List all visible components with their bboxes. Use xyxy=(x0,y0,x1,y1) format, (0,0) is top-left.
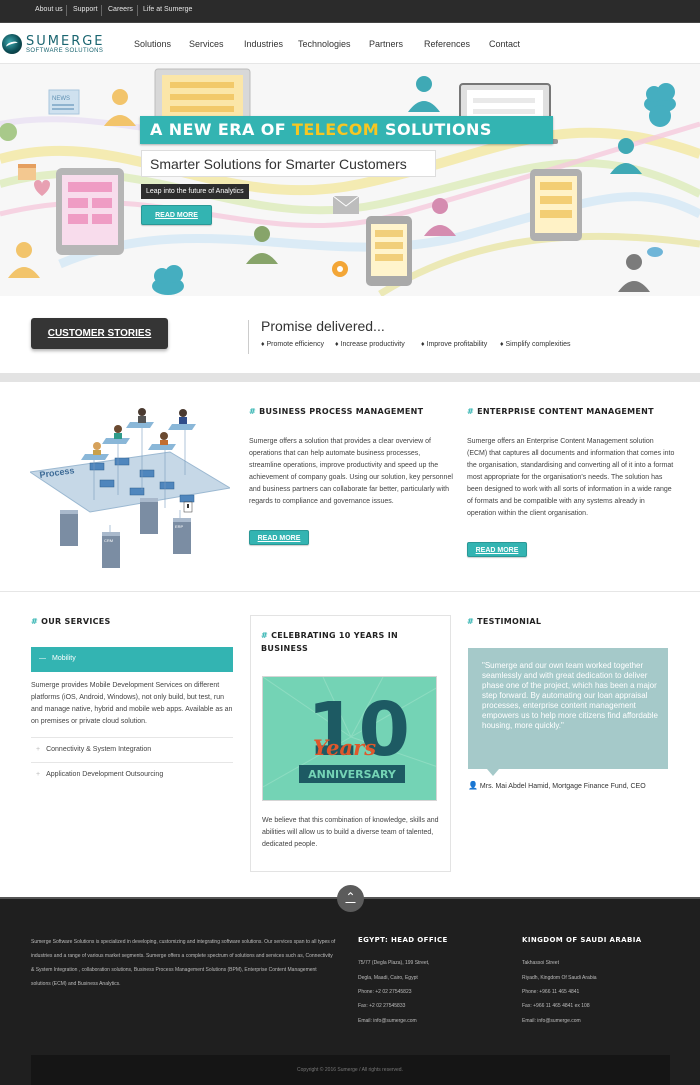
footer-ksa-address: Riyadh, Kingdom Of Saudi Arabia xyxy=(522,975,597,981)
footer-egypt-email[interactable]: Email: info@sumerge.com xyxy=(358,1018,417,1024)
nav-item-services[interactable]: Services xyxy=(189,39,224,49)
section-divider xyxy=(0,591,700,592)
main-navigation: SUMERGE SOFTWARE SOLUTIONS Solutions Ser… xyxy=(0,23,700,64)
promise-item: ♦ Simplify complexities xyxy=(500,341,571,348)
hero-subtitle: Smarter Solutions for Smarter Customers xyxy=(141,150,436,177)
svg-text:10: 10 xyxy=(307,687,410,773)
top-bar: About us Support Careers Life at Sumerge xyxy=(0,0,700,23)
anniversary-heading: # CELEBRATING 10 YEARS IN BUSINESS xyxy=(261,631,398,653)
hero-illustration: NEWS xyxy=(0,68,700,296)
minus-icon: — xyxy=(39,655,46,662)
heart-icon xyxy=(34,180,50,196)
hero-read-more-button[interactable]: READ MORE xyxy=(141,205,212,225)
footer-ksa-phone: Phone: +966 11 465 4841 xyxy=(522,989,580,995)
scroll-to-top-button[interactable]: ⌃ xyxy=(337,885,364,912)
person-icon xyxy=(81,408,196,460)
testimonial-heading: # TESTIMONIAL xyxy=(467,617,542,626)
mail-icon xyxy=(332,195,360,214)
plus-icon: + xyxy=(36,746,41,753)
footer-ksa-fax: Fax: +966 11 465 4841 ex 108 xyxy=(522,1003,590,1009)
accordion-item-mobility[interactable]: — Mobility xyxy=(31,647,233,672)
svg-text:ANNIVERSARY: ANNIVERSARY xyxy=(308,768,397,781)
calendar-icon xyxy=(18,164,36,180)
footer-egypt-phone: Phone: +2 02 27545823 xyxy=(358,989,412,995)
user-icon: 👤 xyxy=(468,781,478,790)
plus-icon: + xyxy=(36,771,41,778)
topbar-link-life[interactable]: Life at Sumerge xyxy=(143,6,192,13)
person-icon xyxy=(104,89,136,126)
news-icon: NEWS xyxy=(48,89,80,115)
footer-egypt-heading: EGYPT: HEAD OFFICE xyxy=(358,936,448,944)
footer-egypt-address: 75/77 (Degla Plaza), 199 Street, xyxy=(358,960,430,966)
bpm-read-more-button[interactable]: READ MORE xyxy=(249,530,309,545)
nav-item-solutions[interactable]: Solutions xyxy=(134,39,171,49)
vertical-divider xyxy=(248,320,249,354)
mobility-description: Sumerge provides Mobile Development Serv… xyxy=(31,682,233,725)
bpm-heading: # BUSINESS PROCESS MANAGEMENT xyxy=(249,407,424,416)
divider xyxy=(66,5,67,16)
cloud-icon xyxy=(647,247,663,257)
topbar-link-about[interactable]: About us xyxy=(35,6,63,13)
anniversary-description: We believe that this combination of know… xyxy=(262,817,439,848)
svg-text:ERP: ERP xyxy=(175,524,184,529)
nav-item-technologies[interactable]: Technologies xyxy=(298,39,351,49)
hero-tagline: Leap into the future of Analytics xyxy=(141,184,249,199)
hero-banner: NEWS A NEW ERA OF TELECOM SOLUTIONS Smar… xyxy=(0,64,700,296)
copyright-text: Copyright © 2016 Sumerge / All rights re… xyxy=(297,1067,403,1073)
server-icon: CRM ERP xyxy=(60,498,193,568)
person-icon xyxy=(618,254,650,292)
quote-pointer xyxy=(487,769,499,776)
bpm-description: Sumerge offers a solution that provides … xyxy=(249,438,453,505)
svg-text:NEWS: NEWS xyxy=(52,96,70,102)
divider xyxy=(137,5,138,16)
nav-item-contact[interactable]: Contact xyxy=(489,39,520,49)
ecm-heading: # ENTERPRISE CONTENT MANAGEMENT xyxy=(467,407,654,416)
chevron-up-icon: ⌃ xyxy=(345,890,356,904)
promise-item: ♦ Promote efficiency xyxy=(261,341,324,348)
nav-item-partners[interactable]: Partners xyxy=(369,39,403,49)
gear-icon xyxy=(332,261,348,277)
logo-mark-icon xyxy=(2,34,22,54)
topbar-link-support[interactable]: Support xyxy=(73,6,98,13)
logo-name: SUMERGE xyxy=(26,34,105,49)
footer-egypt-fax: Fax: +2 02 27545833 xyxy=(358,1003,406,1009)
anniversary-image: 10 Years ANNIVERSARY xyxy=(262,676,437,801)
testimonial-author: 👤 Mrs. Mai Abdel Hamid, Mortgage Finance… xyxy=(468,781,646,790)
footer-ksa-email[interactable]: Email: info@sumerge.com xyxy=(522,1018,581,1024)
bpm-illustration: Process CRM ERP xyxy=(30,408,230,568)
logo-subtitle: SOFTWARE SOLUTIONS xyxy=(26,48,104,54)
svg-text:CRM: CRM xyxy=(104,538,113,543)
footer-ksa-address: Takhassoi Street xyxy=(522,960,559,966)
hero-title: A NEW ERA OF TELECOM SOLUTIONS xyxy=(140,116,553,144)
tablet-icon xyxy=(530,169,582,241)
phone-icon xyxy=(366,216,412,286)
promise-item: ♦ Improve profitability xyxy=(421,341,488,348)
promise-title: Promise delivered... xyxy=(261,318,385,334)
person-icon xyxy=(8,242,40,278)
person-icon xyxy=(408,76,440,112)
footer-about-text: Sumerge Software Solutions is specialize… xyxy=(31,939,336,987)
ecm-read-more-button[interactable]: READ MORE xyxy=(467,542,527,557)
logo[interactable]: SUMERGE SOFTWARE SOLUTIONS xyxy=(2,32,112,56)
cloud-icon xyxy=(649,105,671,127)
footer-ksa-heading: KINGDOM OF SAUDI ARABIA xyxy=(522,936,642,944)
testimonial-quote: "Sumerge and our own team worked togethe… xyxy=(482,661,658,730)
accordion-item-outsourcing[interactable]: + Application Development Outsourcing xyxy=(31,762,233,786)
leaf-icon xyxy=(0,123,17,141)
tablet-icon xyxy=(56,168,124,255)
section-separator xyxy=(0,373,700,382)
promise-item: ♦ Increase productivity xyxy=(335,341,405,348)
services-heading: # OUR SERVICES xyxy=(31,617,111,626)
topbar-link-careers[interactable]: Careers xyxy=(108,6,133,13)
cloud-icon xyxy=(152,265,184,295)
ecm-description: Sumerge offers an Enterprise Content Man… xyxy=(467,438,675,517)
svg-text:Years: Years xyxy=(313,735,376,760)
customer-stories-button[interactable]: CUSTOMER STORIES xyxy=(31,318,168,349)
nav-item-industries[interactable]: Industries xyxy=(244,39,283,49)
accordion-item-connectivity[interactable]: + Connectivity & System Integration xyxy=(31,737,233,761)
nav-item-references[interactable]: References xyxy=(424,39,470,49)
footer-egypt-address: Degla, Maadi, Cairo, Egypt xyxy=(358,975,418,981)
divider xyxy=(101,5,102,16)
